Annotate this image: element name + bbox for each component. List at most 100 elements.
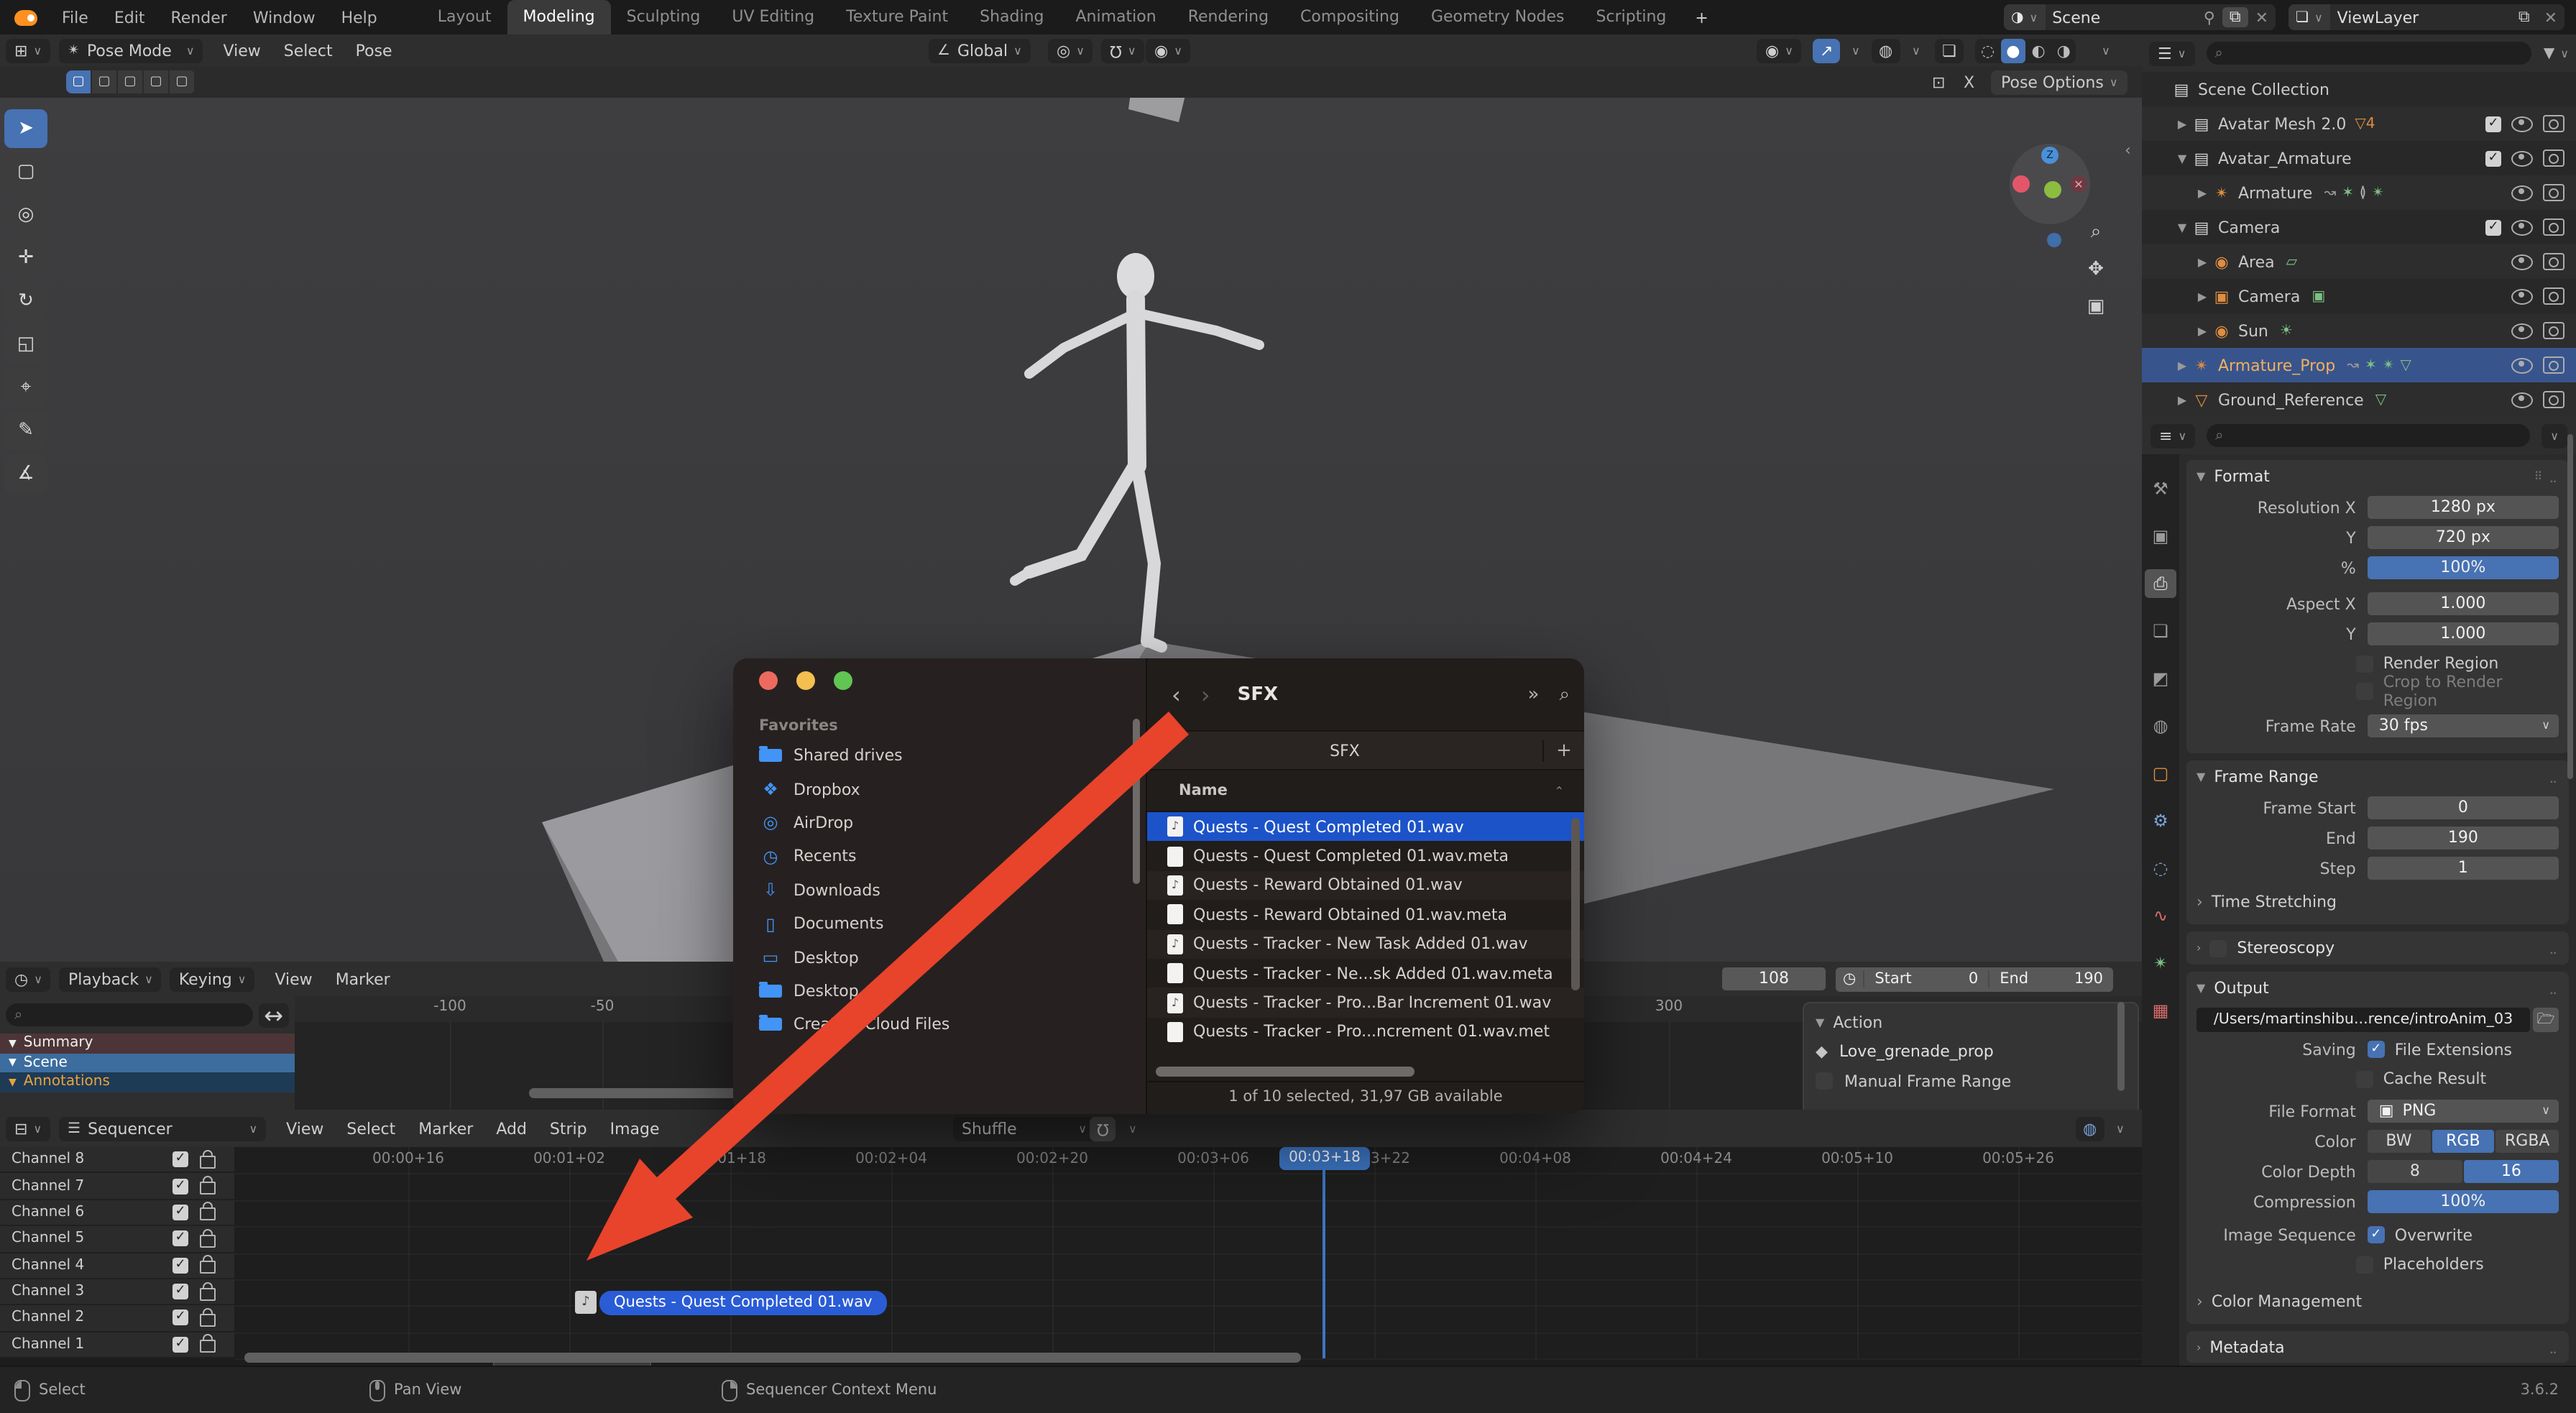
file-row[interactable]: Quests - Tracker - Pro...ncrement 01.wav… [1147,1017,1584,1046]
channel-mute-checkbox[interactable]: ✓ [172,1178,188,1195]
select-mode-subtract[interactable]: ▢ [118,70,144,93]
file-row[interactable]: ♪ Quests - Tracker - New Task Added 01.w… [1147,929,1584,959]
frame-step-field[interactable]: 1 [2367,857,2559,880]
file-row[interactable]: Quests - Tracker - Ne...sk Added 01.wav.… [1147,959,1584,988]
axis-x-neg-handle[interactable]: ✕ [2070,175,2087,193]
sort-direction-icon[interactable]: ⌃ [1555,784,1564,797]
timeline-view-menu[interactable]: View [263,970,323,988]
overlays-toggle[interactable]: ◍ [1872,38,1900,63]
overlap-mode-dropdown[interactable]: Shuffle ∨ [953,1116,1095,1141]
properties-search-input[interactable]: ⌕ [2207,424,2531,447]
collection-checkbox[interactable]: ✓ [2485,116,2501,132]
channel-mute-checkbox[interactable]: ✓ [172,1336,188,1353]
sidebar-item[interactable]: ◷ Recents [748,839,1126,873]
file-format-dropdown[interactable]: ▣ PNG ∨ [2367,1100,2559,1123]
pose-options-dropdown[interactable]: Pose Options ∨ [1991,70,2128,94]
properties-scrollbar[interactable] [2567,434,2573,779]
playhead-line[interactable] [1322,1170,1325,1358]
channel-lock-icon[interactable] [200,1307,216,1327]
manual-frame-range-checkbox[interactable] [1816,1072,1833,1090]
channel-lock-icon[interactable] [200,1149,216,1169]
sidebar-scrollbar[interactable] [1133,719,1140,884]
channel-lock-icon[interactable] [200,1228,216,1248]
shading-dropdown[interactable]: ∨ [2102,44,2110,57]
transform-mirror-icon[interactable]: ⊡ [1932,73,1945,91]
unlink-scene-icon[interactable]: ✕ [2248,4,2276,30]
compression-slider[interactable]: 100% [2367,1190,2559,1213]
properties-tab[interactable]: ▣ [2145,522,2176,551]
sidebar-item[interactable]: Creative Cloud Files [748,1008,1126,1041]
viewport-menu-item[interactable]: Pose [344,41,404,60]
expander-icon[interactable]: ▶ [2194,290,2211,303]
select-mode-invert[interactable]: ▢ [144,70,170,93]
render-camera-icon[interactable] [2543,253,2564,270]
gizmos-toggle[interactable]: ↗ [1813,38,1841,63]
sequencer-overlay-toggle[interactable]: ◍ [2076,1116,2104,1141]
properties-tab[interactable]: ⎙ [2145,569,2176,598]
resolution-y-field[interactable]: 720 px [2367,526,2559,549]
sequencer-hscrollbar[interactable] [244,1353,1301,1363]
new-scene-icon[interactable]: ⧉ [2222,7,2248,27]
properties-tab[interactable]: ∿ [2145,901,2176,930]
new-viewlayer-icon[interactable]: ⧉ [2511,4,2537,30]
blender-logo-icon[interactable] [14,9,37,25]
channel-mute-checkbox[interactable]: ✓ [172,1284,188,1300]
action-panel-title[interactable]: Action [1833,1013,1882,1031]
remove-viewlayer-icon[interactable]: ✕ [2537,4,2564,30]
shading-rendered-button[interactable]: ◑ [2051,41,2076,60]
file-row[interactable]: Quests - Reward Obtained 01.wav.meta [1147,900,1584,929]
properties-tab[interactable]: ⚒ [2145,474,2176,503]
render-camera-icon[interactable] [2543,149,2564,167]
properties-tab[interactable]: ⚙ [2145,806,2176,835]
resolution-x-field[interactable]: 1280 px [2367,496,2559,519]
outliner-row[interactable]: ▼ ▤ Camera ✓ [2142,210,2576,244]
render-camera-icon[interactable] [2543,322,2564,339]
workspace-tab[interactable]: Sculpting [611,0,717,34]
color-mode-option[interactable]: RGBA [2496,1130,2559,1153]
file-list-hscrollbar[interactable] [1156,1067,1414,1077]
sequencer-channel-row[interactable]: Channel 2 ✓ [0,1306,234,1333]
outliner-item-label[interactable]: Avatar Mesh 2.0 [2218,114,2346,133]
tool-button[interactable]: ⌖ [4,368,47,407]
render-camera-icon[interactable] [2543,287,2564,305]
expander-icon[interactable]: ▶ [2174,117,2191,130]
channel-mute-checkbox[interactable]: ✓ [172,1204,188,1220]
sequencer-channel-row[interactable]: Channel 1 ✓ [0,1332,234,1358]
collection-checkbox[interactable]: ✓ [2485,150,2501,166]
mirror-x-label[interactable]: X [1964,73,1974,91]
keying-menu[interactable]: Keying ∨ [170,967,255,991]
panel-options-icon[interactable]: ⣀ [2549,1341,2559,1354]
sequencer-menu-item[interactable]: View [275,1119,335,1138]
open-folder-icon[interactable]: 🗁 [2533,1007,2559,1031]
snap-toggle[interactable]: Ω [1090,1116,1116,1141]
hide-eye-icon[interactable] [2511,254,2533,270]
aspect-x-field[interactable]: 1.000 [2367,592,2559,615]
render-camera-icon[interactable] [2543,115,2564,132]
workspace-tab[interactable]: Modeling [507,0,611,34]
outliner-item-label[interactable]: Area [2238,252,2275,271]
time-stretching-collapse[interactable]: › Time Stretching [2196,888,2559,914]
sequencer-menu-item[interactable]: Image [599,1119,671,1138]
workspace-tab[interactable]: Scripting [1581,0,1683,34]
channel-lock-icon[interactable] [200,1255,216,1274]
topbar-menu-item[interactable]: Edit [101,8,158,27]
sequencer-channel-row[interactable]: Channel 7 ✓ [0,1174,234,1200]
sequencer-channel-row[interactable]: Channel 8 ✓ [0,1147,234,1174]
sequencer-menu-item[interactable]: Strip [538,1119,599,1138]
workspace-tab[interactable]: Animation [1060,0,1172,34]
file-list-scrollbar[interactable] [1571,818,1580,990]
channel-mute-checkbox[interactable]: ✓ [172,1257,188,1274]
sidebar-item[interactable]: ⇩ Downloads [748,873,1126,907]
hide-eye-icon[interactable] [2511,116,2533,132]
workspace-tab[interactable]: Geometry Nodes [1415,0,1581,34]
file-extensions-checkbox[interactable]: ✓ [2367,1041,2385,1058]
frame-end-field[interactable]: 190 [2367,827,2559,850]
hide-eye-icon[interactable] [2511,323,2533,339]
forward-button[interactable]: › [1201,681,1210,708]
pan-hand-icon[interactable]: ✥ [2082,259,2110,280]
outliner-row[interactable]: ▤ Scene Collection [2142,72,2576,106]
render-camera-icon[interactable] [2543,391,2564,408]
tool-button[interactable]: ↻ [4,282,47,321]
properties-tab[interactable]: ▢ [2145,759,2176,788]
axis-z-handle[interactable]: Z [2041,147,2058,164]
